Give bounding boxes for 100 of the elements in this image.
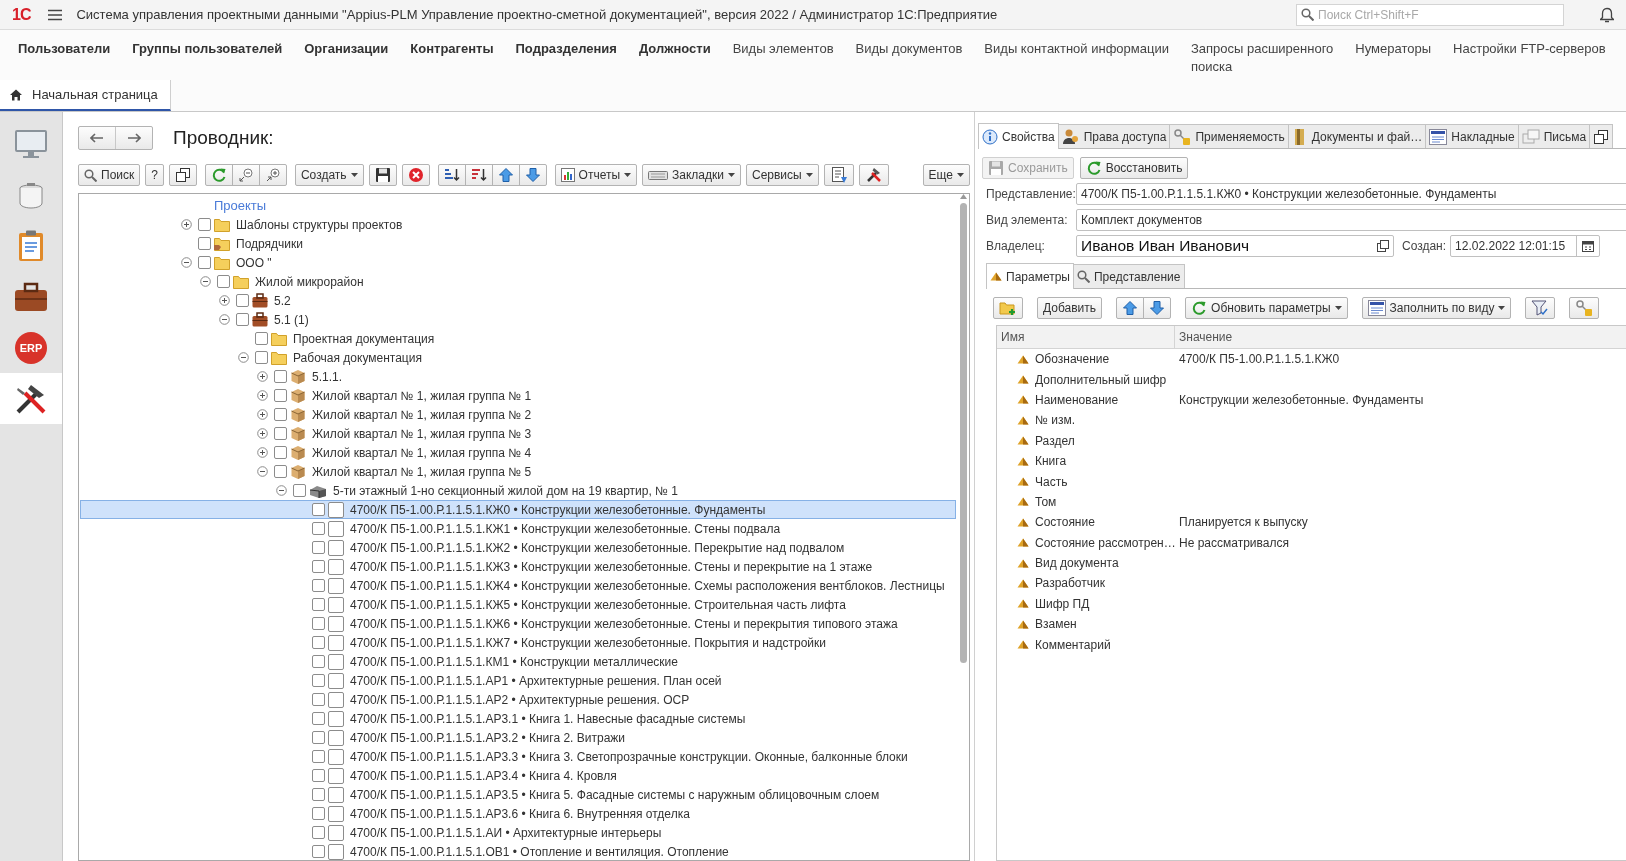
table-cell: Разработчик xyxy=(1035,576,1105,591)
tree-row[interactable]: Жилой микрорайон xyxy=(80,272,956,291)
tree-label: 4700/К П5-1.00.Р.1.1.5.1.КЖ5 • Конструкции железобетонные. Строительная часть лифта xyxy=(350,597,846,612)
nav-link[interactable]: Запросы расширенного поиска xyxy=(1190,40,1334,76)
app-logo[interactable]: 1С xyxy=(12,5,31,24)
tree-row[interactable]: 5.2 xyxy=(80,291,956,310)
tab[interactable]: Письма xyxy=(1517,124,1591,148)
sidebar-item[interactable]: ERP xyxy=(0,322,62,373)
tree-row[interactable]: 4700/К П5-1.00.Р.1.1.5.1.ОВ1 • Отопление и вентиляция. Отопление xyxy=(80,842,956,860)
tree-label: 4700/К П5-1.00.Р.1.1.5.1.КМ1 • Конструкции металлические xyxy=(350,654,678,669)
nav-link[interactable]: Должности xyxy=(638,40,711,58)
restore-button[interactable]: Восстановить xyxy=(1079,157,1189,179)
tree-row[interactable]: 4700/К П5-1.00.Р.1.1.5.1.КЖ6 • Конструкции железобетонные. Стены и перекрытия типового этажа xyxy=(80,614,956,633)
tree-row[interactable]: 4700/К П5-1.00.Р.1.1.5.1.АР3.6 • Книга 6. Внутренняя отделка xyxy=(80,804,956,823)
tree-row[interactable]: Жилой квартал № 1, жилая группа № 3 xyxy=(80,424,956,443)
tree-label: 4700/К П5-1.00.Р.1.1.5.1.АР3.3 • Книга 3. Светопрозрачные конструкции. Оконные, балконные блоки xyxy=(350,749,908,764)
tree-label: 4700/К П5-1.00.Р.1.1.5.1.КЖ1 • Конструкции железобетонные. Стены подвала xyxy=(350,521,781,536)
tree-row[interactable]: Подрядчики xyxy=(80,234,956,253)
text-field[interactable]: 4700/К П5-1.00.Р.1.1.5.1.КЖ0 • Конструкции железобетонные. Фундаменты xyxy=(1076,183,1626,205)
tree-row[interactable]: 4700/К П5-1.00.Р.1.1.5.1.КЖ2 • Конструкции железобетонные. Перекрытие над подвалом xyxy=(80,538,956,557)
tree-label: Жилой квартал № 1, жилая группа № 3 xyxy=(312,426,532,441)
tree-label: 5.2 xyxy=(274,293,291,308)
tree-row[interactable]: 4700/К П5-1.00.Р.1.1.5.1.КЖ3 • Конструкции железобетонные. Стены и перекрытие на 1 этаже xyxy=(80,557,956,576)
table-cell: Состояние рассмотрен… xyxy=(1035,535,1175,550)
tree-row[interactable]: Жилой квартал № 1, жилая группа № 5 xyxy=(80,462,956,481)
tab[interactable]: Представление xyxy=(1072,264,1185,288)
reports-button[interactable]: Отчеты xyxy=(554,164,638,186)
tab[interactable]: Документы и фай… xyxy=(1287,124,1427,148)
tree-row[interactable]: 5.1.1. xyxy=(80,367,956,386)
nav-link[interactable]: Контрагенты xyxy=(410,40,494,58)
tree-row[interactable]: 4700/К П5-1.00.Р.1.1.5.1.АР3.1 • Книга 1. Навесные фасадные системы xyxy=(80,709,956,728)
tree-row[interactable]: 5.1 (1) xyxy=(80,310,956,329)
search-button[interactable]: Поиск xyxy=(78,164,141,186)
tab[interactable]: Параметры xyxy=(986,263,1074,289)
more-button[interactable]: Еще xyxy=(922,164,970,186)
table-cell: Раздел xyxy=(1035,433,1075,448)
tree-label: 4700/К П5-1.00.Р.1.1.5.1.КЖ6 • Конструкции железобетонные. Стены и перекрытия типового этажа xyxy=(350,616,898,631)
create-button[interactable]: Создать xyxy=(294,164,364,186)
tree-row[interactable]: 4700/К П5-1.00.Р.1.1.5.1.АР2 • Архитектурные решения. ОСР xyxy=(80,690,956,709)
tree-row[interactable]: ООО " xyxy=(80,253,956,272)
nav-link[interactable]: Виды контактной информации xyxy=(984,40,1169,58)
table-cell-text: 4700/К П5-1.00.Р.1.1.5.1.КЖ0 xyxy=(1178,352,1340,367)
column-header[interactable]: Значение xyxy=(1175,330,1233,344)
date-field[interactable]: 12.02.2022 12:01:15 xyxy=(1450,235,1601,257)
nav-link[interactable]: Пользователи xyxy=(18,40,111,58)
tab-label: Начальная страница xyxy=(32,87,158,102)
tree-row[interactable]: Жилой квартал № 1, жилая группа № 2 xyxy=(80,405,956,424)
erp-logo: ERP xyxy=(15,331,47,364)
tree-label: 4700/К П5-1.00.Р.1.1.5.1.АР1 • Архитектурные решения. План осей xyxy=(350,673,722,688)
text-field[interactable]: Комплект документов xyxy=(1076,209,1626,231)
table-cell: Вид документа xyxy=(1035,556,1119,571)
tab[interactable]: Накладные xyxy=(1425,124,1519,148)
tree-label: 5.1.1. xyxy=(312,369,343,384)
nav-link[interactable]: Виды документов xyxy=(855,40,963,58)
tree-row[interactable]: Рабочая документация xyxy=(80,348,956,367)
tree-row[interactable]: Шаблоны структуры проектов xyxy=(80,215,956,234)
tree-row[interactable]: 4700/К П5-1.00.Р.1.1.5.1.АР3.4 • Книга 4. Кровля xyxy=(80,766,956,785)
owner-field[interactable]: Иванов Иван Иванович xyxy=(1076,235,1394,257)
add-button[interactable]: Добавить xyxy=(1037,297,1103,319)
column-header[interactable]: Имя xyxy=(997,326,1175,348)
tree-label: Шаблоны структуры проектов xyxy=(236,217,403,232)
tree-label: Рабочая документация xyxy=(293,350,422,365)
tab[interactable]: Свойства xyxy=(978,123,1059,149)
tree-row[interactable]: 4700/К П5-1.00.Р.1.1.5.1.КЖ1 • Конструкции железобетонные. Стены подвала xyxy=(80,519,956,538)
tree-row[interactable]: Жилой квартал № 1, жилая группа № 4 xyxy=(80,443,956,462)
search-input[interactable]: Поиск Ctrl+Shift+F xyxy=(1318,7,1559,22)
tab[interactable]: Права доступа xyxy=(1057,124,1171,148)
tree-row[interactable]: 4700/К П5-1.00.Р.1.1.5.1.АР3.2 • Книга 2. Витражи xyxy=(80,728,956,747)
field-label: Создан: xyxy=(1402,239,1447,253)
tree-row[interactable]: 4700/К П5-1.00.Р.1.1.5.1.АР1 • Архитектурные решения. План осей xyxy=(80,671,956,690)
nav-link[interactable]: Настройки FTP-серверов xyxy=(1453,40,1606,58)
bookmarks-button[interactable]: Закладки xyxy=(642,164,741,186)
tree-row[interactable]: 4700/К П5-1.00.Р.1.1.5.1.АР3.3 • Книга 3. Светопрозрачные конструкции. Оконные, балконные блоки xyxy=(80,747,956,766)
tab[interactable]: Начальная страница xyxy=(0,80,171,111)
tree-row[interactable]: 4700/К П5-1.00.Р.1.1.5.1.АИ • Архитектурные интерьеры xyxy=(80,823,956,842)
tab[interactable]: Применяемость xyxy=(1169,124,1289,148)
nav-link[interactable]: Группы пользователей xyxy=(132,40,283,58)
table-cell: Состояние xyxy=(1035,515,1095,530)
tree-row[interactable]: 4700/К П5-1.00.Р.1.1.5.1.КЖ0 • Конструкции железобетонные. Фундаменты xyxy=(80,500,956,519)
table-cell: Книга xyxy=(1035,454,1067,469)
nav-link[interactable]: Виды элементов xyxy=(732,40,834,58)
nav-link[interactable]: Подразделения xyxy=(515,40,617,58)
tree-row[interactable]: 4700/К П5-1.00.Р.1.1.5.1.АР3.5 • Книга 5. Фасадные системы с наружным облицовочным слоем xyxy=(80,785,956,804)
tree-row[interactable]: 4700/К П5-1.00.Р.1.1.5.1.КМ1 • Конструкции металлические xyxy=(80,652,956,671)
tree-row[interactable]: 4700/К П5-1.00.Р.1.1.5.1.КЖ5 • Конструкции железобетонные. Строительная часть лифта xyxy=(80,595,956,614)
tree-row[interactable]: 5-ти этажный 1-но секционный жилой дом на 19 квартир, № 1 xyxy=(80,481,956,500)
tree-row[interactable]: Проекты xyxy=(80,196,956,215)
fill-button[interactable]: Заполнить по виду xyxy=(1361,297,1512,319)
refresh-params-button[interactable]: Обновить параметры xyxy=(1185,297,1348,319)
search-field[interactable]: Поиск Ctrl+Shift+F xyxy=(1296,3,1564,26)
nav-link[interactable]: Организации xyxy=(304,40,389,58)
nav-link[interactable]: Нумераторы xyxy=(1355,40,1432,58)
tree-row[interactable]: 4700/К П5-1.00.Р.1.1.5.1.КЖ4 • Конструкции железобетонные. Схемы расположения вентблоков. Лестницы xyxy=(80,576,956,595)
tree-label: 5.1 (1) xyxy=(274,312,309,327)
tree-label: Проектная документация xyxy=(293,331,435,346)
tree-row[interactable]: Жилой квартал № 1, жилая группа № 1 xyxy=(80,386,956,405)
services-button[interactable]: Сервисы xyxy=(746,164,819,186)
help-button[interactable]: ? xyxy=(145,164,164,186)
tree-row[interactable]: 4700/К П5-1.00.Р.1.1.5.1.КЖ7 • Конструкции железобетонные. Покрытия и надстройки xyxy=(80,633,956,652)
tree-row[interactable]: Проектная документация xyxy=(80,329,956,348)
